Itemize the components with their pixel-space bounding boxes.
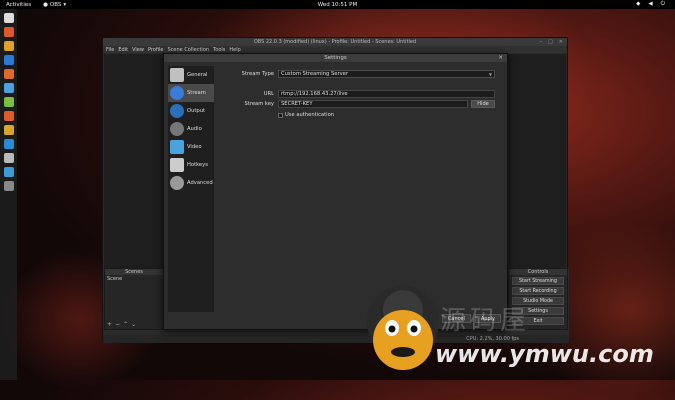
activities-button[interactable]: Activities — [6, 2, 31, 8]
app-menu[interactable]: ● OBS ▾ — [43, 2, 66, 8]
app-icon[interactable] — [3, 55, 14, 65]
close-icon[interactable]: ✕ — [498, 54, 503, 62]
menu-scene-collection[interactable]: Scene Collection — [167, 47, 209, 53]
sidebar-item-label: Video — [187, 144, 202, 150]
stream-type-label: Stream Type — [241, 71, 274, 77]
app-menu-label: OBS — [49, 1, 62, 8]
start-streaming-button[interactable]: Start Streaming — [512, 277, 564, 285]
obs-title: OBS 22.0.3 (modified) (linux) - Profile:… — [253, 39, 417, 45]
app-icon[interactable] — [3, 153, 14, 163]
stream-type-value: Custom Streaming Server — [281, 71, 348, 77]
menu-help[interactable]: Help — [229, 47, 240, 53]
down-icon[interactable]: ⌄ — [131, 321, 136, 328]
audio-icon — [170, 122, 184, 136]
auth-row: Use authentication — [278, 112, 334, 118]
sidebar-item-audio[interactable]: Audio — [168, 120, 214, 138]
stream-type-select[interactable]: Custom Streaming Server ▼ — [278, 70, 495, 78]
settings-sidebar: General Stream Output Audio Video Hotkey… — [168, 66, 214, 312]
output-icon — [170, 104, 184, 118]
menu-file[interactable]: File — [106, 47, 114, 53]
watermark-url: www.ymwu.com — [435, 340, 654, 368]
general-icon — [170, 68, 184, 82]
app-icon[interactable] — [3, 97, 14, 107]
hide-key-button[interactable]: Hide — [471, 100, 495, 108]
sidebar-item-label: Hotkeys — [187, 162, 208, 168]
stream-type-row: Stream Type Custom Streaming Server ▼ — [218, 70, 495, 78]
sidebar-item-label: Audio — [187, 126, 202, 132]
network-icon[interactable]: ◆ — [636, 1, 640, 8]
sidebar-item-output[interactable]: Output — [168, 102, 214, 120]
app-icon[interactable] — [3, 167, 14, 177]
checkbox-icon — [278, 112, 283, 118]
sidebar-item-label: Advanced — [187, 180, 213, 186]
url-label: URL — [263, 91, 274, 97]
close-icon[interactable]: ✕ — [559, 39, 563, 45]
app-icon[interactable] — [3, 125, 14, 135]
menu-edit[interactable]: Edit — [118, 47, 128, 53]
stream-icon — [170, 86, 184, 100]
url-row: URL rtmp://192.168.43.27/live — [218, 90, 495, 98]
app-icon[interactable] — [3, 181, 14, 191]
url-input[interactable]: rtmp://192.168.43.27/live — [278, 90, 495, 98]
remove-icon[interactable]: − — [115, 321, 120, 328]
auth-label: Use authentication — [285, 112, 335, 118]
app-icon[interactable] — [3, 83, 14, 93]
clock[interactable]: Wed 10:51 PM — [318, 2, 357, 8]
video-icon — [170, 140, 184, 154]
sidebar-item-video[interactable]: Video — [168, 138, 214, 156]
stream-key-input[interactable]: SECRET-KEY — [278, 100, 468, 108]
hotkeys-icon — [170, 158, 184, 172]
sidebar-item-hotkeys[interactable]: Hotkeys — [168, 156, 214, 174]
sidebar-item-label: Output — [187, 108, 206, 114]
chrome-icon[interactable] — [3, 41, 14, 51]
firefox-icon[interactable] — [3, 27, 14, 37]
obs-icon: ● — [43, 1, 48, 8]
scenes-panel: Scenes Scene + − ⌃ ⌄ — [104, 268, 164, 330]
volume-icon[interactable]: ◀ — [648, 1, 652, 8]
menu-view[interactable]: View — [132, 47, 144, 53]
stream-key-label: Stream key — [244, 101, 275, 107]
app-icon[interactable] — [3, 69, 14, 79]
up-icon[interactable]: ⌃ — [123, 321, 128, 328]
chevron-down-icon: ▾ — [63, 1, 67, 8]
sidebar-item-advanced[interactable]: Advanced — [168, 174, 214, 192]
dock — [0, 9, 17, 380]
add-icon[interactable]: + — [107, 321, 112, 328]
sidebar-item-general[interactable]: General — [168, 66, 214, 84]
top-bar: Activities ● OBS ▾ Wed 10:51 PM ◆ ◀ ⏻ — [0, 0, 675, 9]
sidebar-item-label: General — [187, 72, 208, 78]
maximize-icon[interactable]: □ — [548, 39, 553, 45]
monkey-logo-icon — [367, 286, 439, 370]
settings-dialog: Settings ✕ General Stream Output Audio V… — [163, 53, 508, 330]
watermark-text: 源码屋 — [440, 306, 531, 336]
app-icon[interactable] — [3, 111, 14, 121]
app-icon[interactable] — [3, 139, 14, 149]
controls-header: Controls — [509, 269, 567, 275]
sidebar-item-stream[interactable]: Stream — [168, 84, 214, 102]
chevron-down-icon: ▼ — [488, 72, 492, 77]
stream-key-row: Stream key SECRET-KEY Hide — [218, 100, 495, 108]
use-authentication-checkbox[interactable]: Use authentication — [278, 112, 334, 118]
scene-item[interactable]: Scene — [105, 275, 163, 283]
menu-profile[interactable]: Profile — [148, 47, 164, 53]
obs-title-bar: OBS 22.0.3 (modified) (linux) - Profile:… — [103, 38, 567, 46]
settings-title: Settings — [324, 55, 347, 61]
sidebar-item-label: Stream — [187, 90, 206, 96]
menu-tools[interactable]: Tools — [213, 47, 225, 53]
start-recording-button[interactable]: Start Recording — [512, 287, 564, 295]
power-icon[interactable]: ⏻ — [661, 1, 665, 8]
files-icon[interactable] — [3, 13, 14, 23]
advanced-icon — [170, 176, 184, 190]
minimize-icon[interactable]: – — [540, 39, 543, 45]
settings-title-bar: Settings ✕ — [164, 54, 507, 62]
obs-menu-bar: File Edit View Profile Scene Collection … — [103, 46, 567, 53]
